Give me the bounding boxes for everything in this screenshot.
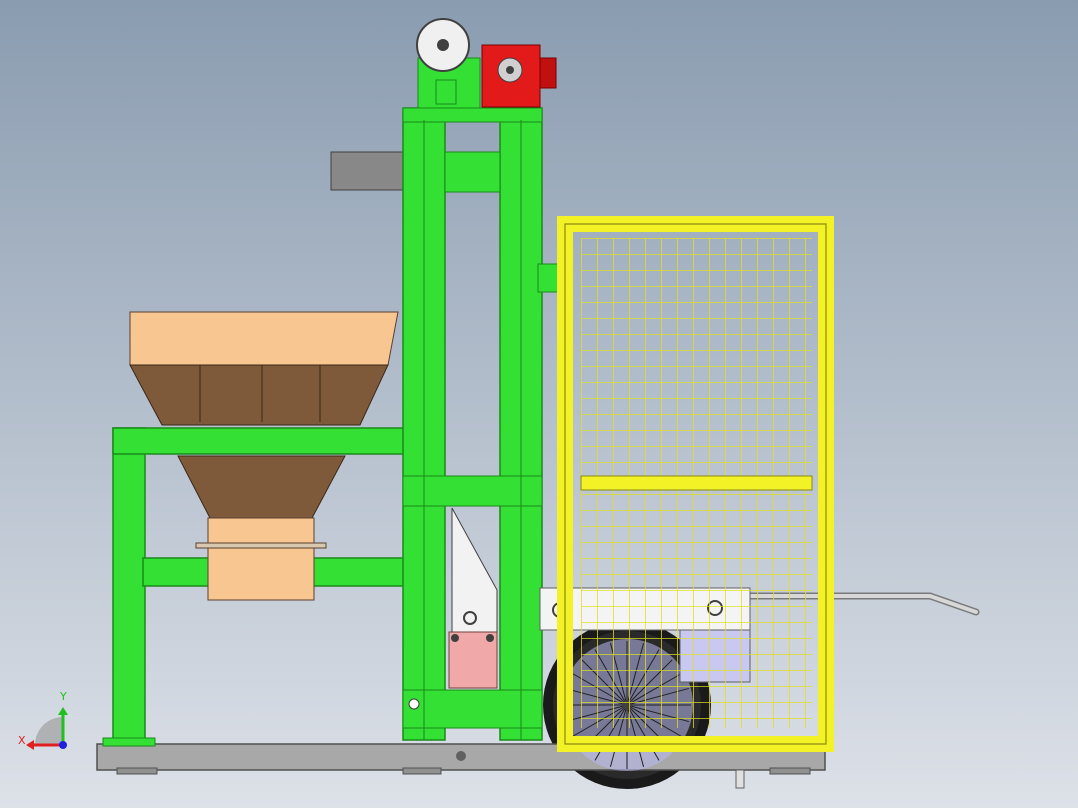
safety-cage [557, 216, 834, 752]
cad-viewport[interactable]: X Y [0, 0, 1078, 808]
machine-drawing: X Y [0, 0, 1078, 808]
triad-x-label: X [18, 734, 26, 747]
discharge-chute [330, 151, 410, 191]
triad-y-label: Y [59, 690, 67, 703]
